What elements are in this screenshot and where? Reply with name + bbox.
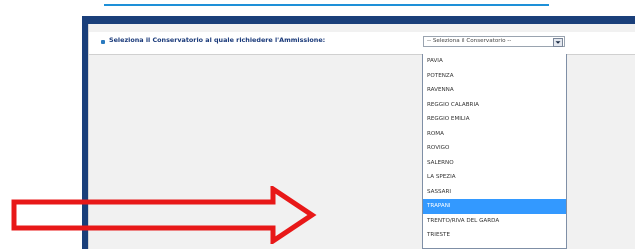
chevron-down-icon[interactable] xyxy=(553,38,563,47)
select-current-value: -- Seleziona il Conservatorio -- xyxy=(427,38,512,44)
red-arrow-annotation xyxy=(11,186,317,244)
top-rule xyxy=(104,4,549,6)
form-row: Seleziona il Conservatorio al quale rich… xyxy=(89,32,635,55)
dropdown-option[interactable]: REGGIO CALABRIA xyxy=(423,98,566,113)
dropdown-option[interactable]: PAVIA xyxy=(423,54,566,69)
dropdown-option[interactable]: SASSARI xyxy=(423,185,566,200)
conservatorio-dropdown-list[interactable]: PAVIA POTENZA RAVENNA REGGIO CALABRIA RE… xyxy=(422,54,567,249)
dropdown-option[interactable]: ROVIGO xyxy=(423,141,566,156)
dropdown-option-selected[interactable]: TRAPANI xyxy=(423,199,566,214)
dropdown-option[interactable]: RAVENNA xyxy=(423,83,566,98)
bullet-icon xyxy=(101,40,105,44)
dropdown-option[interactable]: REGGIO EMILIA xyxy=(423,112,566,127)
dropdown-option[interactable]: TRENTO/RIVA DEL GARDA xyxy=(423,214,566,229)
dropdown-option[interactable]: LA SPEZIA xyxy=(423,170,566,185)
conservatorio-prompt: Seleziona il Conservatorio al quale rich… xyxy=(109,36,326,44)
dropdown-option[interactable]: SALERNO xyxy=(423,156,566,171)
dropdown-option[interactable]: TRIESTE xyxy=(423,228,566,243)
conservatorio-select[interactable]: -- Seleziona il Conservatorio -- xyxy=(423,36,565,47)
dropdown-option[interactable]: POTENZA xyxy=(423,69,566,84)
dropdown-option[interactable]: ROMA xyxy=(423,127,566,142)
